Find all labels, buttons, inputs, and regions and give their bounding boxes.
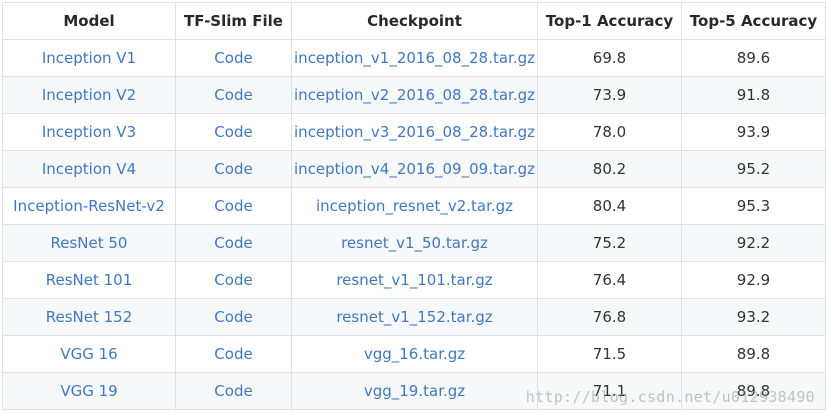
model-link[interactable]: Inception V4	[2, 150, 176, 188]
table-row: Inception V3 Code inception_v3_2016_08_2…	[2, 113, 826, 151]
code-link[interactable]: Code	[175, 113, 292, 151]
code-link[interactable]: Code	[175, 224, 292, 262]
code-link[interactable]: Code	[175, 150, 292, 188]
code-link[interactable]: Code	[175, 261, 292, 299]
table-row: ResNet 50 Code resnet_v1_50.tar.gz 75.2 …	[2, 224, 826, 262]
top1-accuracy-cell: 80.4	[537, 187, 682, 225]
top1-accuracy-cell: 78.0	[537, 113, 682, 151]
model-link[interactable]: ResNet 152	[2, 298, 176, 336]
top5-accuracy-cell: 89.8	[681, 372, 826, 410]
top5-accuracy-cell: 93.9	[681, 113, 826, 151]
header-tf-slim-file: TF-Slim File	[175, 2, 292, 40]
checkpoint-link[interactable]: inception_resnet_v2.tar.gz	[291, 187, 538, 225]
top5-accuracy-cell: 95.3	[681, 187, 826, 225]
model-link[interactable]: Inception-ResNet-v2	[2, 187, 176, 225]
top5-accuracy-cell: 92.9	[681, 261, 826, 299]
checkpoint-link[interactable]: inception_v1_2016_08_28.tar.gz	[291, 39, 538, 77]
table-row: VGG 19 Code vgg_19.tar.gz 71.1 89.8	[2, 372, 826, 410]
top1-accuracy-cell: 71.5	[537, 335, 682, 373]
top5-accuracy-cell: 91.8	[681, 76, 826, 114]
model-link[interactable]: Inception V2	[2, 76, 176, 114]
header-top1-accuracy: Top-1 Accuracy	[537, 2, 682, 40]
table-row: Inception V2 Code inception_v2_2016_08_2…	[2, 76, 826, 114]
model-link[interactable]: Inception V1	[2, 39, 176, 77]
checkpoint-link[interactable]: resnet_v1_50.tar.gz	[291, 224, 538, 262]
model-link[interactable]: ResNet 101	[2, 261, 176, 299]
code-link[interactable]: Code	[175, 298, 292, 336]
top5-accuracy-cell: 93.2	[681, 298, 826, 336]
header-model: Model	[2, 2, 176, 40]
top1-accuracy-cell: 69.8	[537, 39, 682, 77]
table-row: Inception V1 Code inception_v1_2016_08_2…	[2, 39, 826, 77]
top5-accuracy-cell: 95.2	[681, 150, 826, 188]
header-checkpoint: Checkpoint	[291, 2, 538, 40]
top1-accuracy-cell: 76.4	[537, 261, 682, 299]
checkpoint-link[interactable]: inception_v4_2016_09_09.tar.gz	[291, 150, 538, 188]
table-row: VGG 16 Code vgg_16.tar.gz 71.5 89.8	[2, 335, 826, 373]
top1-accuracy-cell: 75.2	[537, 224, 682, 262]
table-row: Inception V4 Code inception_v4_2016_09_0…	[2, 150, 826, 188]
code-link[interactable]: Code	[175, 76, 292, 114]
top1-accuracy-cell: 71.1	[537, 372, 682, 410]
code-link[interactable]: Code	[175, 372, 292, 410]
checkpoint-link[interactable]: inception_v3_2016_08_28.tar.gz	[291, 113, 538, 151]
checkpoint-link[interactable]: inception_v2_2016_08_28.tar.gz	[291, 76, 538, 114]
header-top5-accuracy: Top-5 Accuracy	[681, 2, 826, 40]
code-link[interactable]: Code	[175, 335, 292, 373]
top1-accuracy-cell: 73.9	[537, 76, 682, 114]
header-row: Model TF-Slim File Checkpoint Top-1 Accu…	[2, 2, 826, 40]
model-link[interactable]: VGG 16	[2, 335, 176, 373]
top1-accuracy-cell: 76.8	[537, 298, 682, 336]
model-link[interactable]: VGG 19	[2, 372, 176, 410]
models-table: Model TF-Slim File Checkpoint Top-1 Accu…	[2, 2, 826, 410]
code-link[interactable]: Code	[175, 187, 292, 225]
top5-accuracy-cell: 89.8	[681, 335, 826, 373]
checkpoint-link[interactable]: vgg_16.tar.gz	[291, 335, 538, 373]
checkpoint-link[interactable]: vgg_19.tar.gz	[291, 372, 538, 410]
top1-accuracy-cell: 80.2	[537, 150, 682, 188]
model-link[interactable]: Inception V3	[2, 113, 176, 151]
table-row: ResNet 101 Code resnet_v1_101.tar.gz 76.…	[2, 261, 826, 299]
top5-accuracy-cell: 92.2	[681, 224, 826, 262]
code-link[interactable]: Code	[175, 39, 292, 77]
table-row: Inception-ResNet-v2 Code inception_resne…	[2, 187, 826, 225]
table-row: ResNet 152 Code resnet_v1_152.tar.gz 76.…	[2, 298, 826, 336]
checkpoint-link[interactable]: resnet_v1_101.tar.gz	[291, 261, 538, 299]
checkpoint-link[interactable]: resnet_v1_152.tar.gz	[291, 298, 538, 336]
model-link[interactable]: ResNet 50	[2, 224, 176, 262]
top5-accuracy-cell: 89.6	[681, 39, 826, 77]
